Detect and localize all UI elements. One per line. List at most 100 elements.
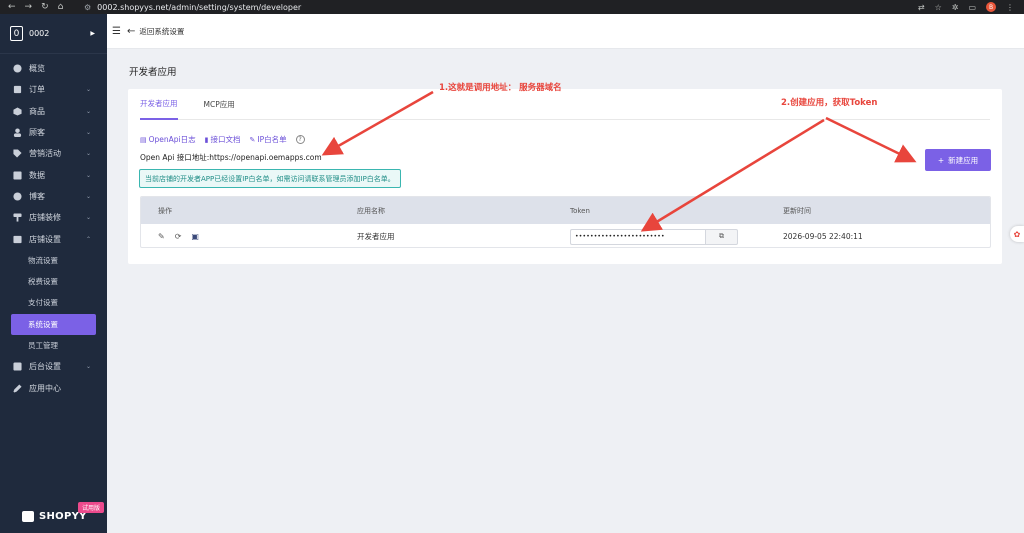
sidebar-item-products[interactable]: 商品 ⌄ bbox=[0, 101, 107, 122]
back-arrow-icon[interactable]: ← bbox=[127, 26, 135, 37]
sidebar-subitem-payment[interactable]: 支付设置 bbox=[0, 292, 107, 313]
gauge-icon bbox=[12, 64, 22, 74]
store-settings-icon bbox=[12, 234, 22, 244]
sidebar-item-label: 营销活动 bbox=[29, 149, 61, 159]
details-icon[interactable]: ▣ bbox=[191, 232, 199, 241]
app-name-cell: 开发者应用 bbox=[357, 232, 395, 241]
openapi-log-link[interactable]: ▤ OpenApi日志 bbox=[140, 134, 196, 145]
log-icon: ▤ bbox=[140, 135, 147, 144]
browser-menu-icon[interactable]: ⋮ bbox=[1006, 3, 1014, 12]
user-icon bbox=[12, 128, 22, 138]
ip-whitelist-link[interactable]: ✎ IP白名单 bbox=[250, 134, 287, 145]
sidebar-item-blog[interactable]: 博客 ⌄ bbox=[0, 186, 107, 207]
table-row: ✎ ⟳ ▣ 开发者应用 •••••••••••••••••••••••• ⧉ 2… bbox=[141, 224, 990, 247]
sidebar-item-label: 订单 bbox=[29, 85, 45, 95]
browser-toolbar: ← → ↻ ⌂ ⚙ 0002.shopyys.net/admin/setting… bbox=[0, 0, 1024, 14]
sidebar-item-app-center[interactable]: 应用中心 bbox=[0, 377, 107, 398]
store-name: 0002 bbox=[29, 29, 50, 38]
chart-icon bbox=[12, 170, 22, 180]
apps-table: 操作 应用名称 Token 更新时间 ✎ ⟳ ▣ 开发者应用 •••••••••… bbox=[140, 196, 991, 248]
token-cell: •••••••••••••••••••••••• ⧉ bbox=[554, 228, 767, 245]
token-field[interactable]: •••••••••••••••••••••••• bbox=[570, 228, 705, 245]
sidebar-item-data[interactable]: 数据 ⌄ bbox=[0, 164, 107, 185]
address-bar[interactable]: ⚙ 0002.shopyys.net/admin/setting/system/… bbox=[84, 3, 918, 12]
annotation-create-app: 2.创建应用，获取Token bbox=[781, 98, 878, 108]
sidebar-subitem-staff[interactable]: 员工管理 bbox=[0, 335, 107, 356]
header-app-name: 应用名称 bbox=[357, 206, 385, 215]
link-label: 接口文档 bbox=[210, 135, 241, 144]
url-text: 0002.shopyys.net/admin/setting/system/de… bbox=[97, 2, 302, 12]
shopyy-bag-icon bbox=[22, 510, 34, 522]
chevron-down-icon: ⌄ bbox=[85, 363, 91, 371]
brand-footer: SHOPYY 试用版 bbox=[0, 499, 107, 533]
forward-icon[interactable]: → bbox=[25, 2, 33, 12]
browser-nav: ← → ↻ ⌂ bbox=[0, 2, 84, 12]
chevron-down-icon: ⌄ bbox=[85, 150, 91, 158]
api-docs-link[interactable]: ▮ 接口文档 bbox=[205, 134, 241, 145]
chevron-down-icon: ⌄ bbox=[85, 129, 91, 137]
home-icon[interactable]: ⌂ bbox=[58, 2, 64, 12]
sidepanel-icon[interactable]: ▭ bbox=[968, 3, 976, 12]
sidebar: 0 0002 ▶ 概览 订单 ⌄ 商品 ⌄ 顾客 ⌄ 营销活动 ⌄ 数据 ⌄ 博… bbox=[0, 14, 107, 533]
menu-toggle-icon[interactable]: ☰ bbox=[112, 26, 121, 37]
order-icon bbox=[12, 85, 22, 95]
chevron-down-icon: ⌄ bbox=[85, 214, 91, 222]
new-app-label: 新建应用 bbox=[948, 155, 979, 165]
chevron-down-icon: ⌄ bbox=[85, 171, 91, 179]
sidebar-item-label: 后台设置 bbox=[29, 362, 61, 372]
translate-icon[interactable]: ⇄ bbox=[918, 3, 925, 12]
site-info-icon[interactable]: ⚙ bbox=[84, 3, 91, 12]
sidebar-item-label: 店铺设置 bbox=[29, 234, 61, 244]
new-app-button[interactable]: + 新建应用 bbox=[925, 149, 991, 171]
caret-right-icon: ▶ bbox=[90, 30, 95, 37]
sidebar-item-label: 概览 bbox=[29, 64, 45, 74]
refresh-icon[interactable]: ⟳ bbox=[175, 232, 182, 241]
sidebar-item-customers[interactable]: 顾客 ⌄ bbox=[0, 122, 107, 143]
plus-icon: + bbox=[937, 155, 945, 165]
sidebar-item-label: 数据 bbox=[29, 170, 45, 180]
reload-icon[interactable]: ↻ bbox=[41, 2, 49, 12]
sidebar-subitem-shipping[interactable]: 物流设置 bbox=[0, 250, 107, 271]
cube-icon bbox=[12, 106, 22, 116]
sidebar-item-label: 店铺装修 bbox=[29, 213, 61, 223]
tag-icon bbox=[12, 149, 22, 159]
quick-links: ▤ OpenApi日志 ▮ 接口文档 ✎ IP白名单 ? bbox=[140, 134, 305, 145]
tab-mcp-apps[interactable]: MCP应用 bbox=[204, 89, 235, 120]
floating-helper-icon[interactable]: ✿ bbox=[1010, 226, 1024, 242]
sidebar-item-label: 商品 bbox=[29, 106, 45, 116]
sidebar-subitem-tax[interactable]: 税费设置 bbox=[0, 271, 107, 292]
table-header: 操作 应用名称 Token 更新时间 bbox=[141, 197, 990, 224]
tab-developer-apps[interactable]: 开发者应用 bbox=[140, 89, 178, 120]
sidebar-item-store-settings[interactable]: 店铺设置 ⌃ bbox=[0, 228, 107, 249]
extensions-icon[interactable]: ✲ bbox=[952, 3, 959, 12]
settings-icon bbox=[12, 362, 22, 372]
sidebar-item-marketing[interactable]: 营销活动 ⌄ bbox=[0, 143, 107, 164]
sidebar-subitem-system[interactable]: 系统设置 bbox=[11, 313, 96, 335]
ip-whitelist-notice: 当前店铺的开发者APP已经设置IP白名单，如需访问请联系管理员添加IP白名单。 bbox=[139, 169, 401, 188]
back-icon[interactable]: ← bbox=[8, 2, 16, 12]
chevron-down-icon: ⌄ bbox=[85, 107, 91, 115]
copy-icon[interactable]: ⧉ bbox=[705, 228, 738, 245]
sidebar-item-orders[interactable]: 订单 ⌄ bbox=[0, 79, 107, 100]
store-switcher[interactable]: 0 0002 ▶ bbox=[0, 14, 107, 54]
sidebar-item-decoration[interactable]: 店铺装修 ⌄ bbox=[0, 207, 107, 228]
edit-icon[interactable]: ✎ bbox=[158, 232, 165, 241]
doc-icon: ▮ bbox=[204, 135, 209, 144]
store-logo: 0 bbox=[10, 26, 23, 41]
sidebar-item-overview[interactable]: 概览 bbox=[0, 58, 107, 79]
header-actions: 操作 bbox=[158, 206, 172, 215]
row-actions: ✎ ⟳ ▣ bbox=[141, 232, 341, 241]
sidebar-item-admin-settings[interactable]: 后台设置 ⌄ bbox=[0, 356, 107, 377]
wrench-icon bbox=[12, 383, 22, 393]
bookmark-star-icon[interactable]: ☆ bbox=[935, 3, 942, 12]
brush-icon bbox=[12, 213, 22, 223]
profile-avatar[interactable]: B bbox=[986, 2, 996, 12]
link-label: IP白名单 bbox=[257, 135, 287, 144]
back-link[interactable]: 返回系统设置 bbox=[139, 26, 184, 37]
link-label: OpenApi日志 bbox=[148, 135, 196, 144]
page-title: 开发者应用 bbox=[129, 67, 177, 78]
sidebar-item-label: 应用中心 bbox=[29, 383, 61, 393]
edit-icon: ✎ bbox=[249, 135, 256, 144]
header-updated: 更新时间 bbox=[783, 206, 811, 215]
help-icon[interactable]: ? bbox=[295, 135, 305, 144]
